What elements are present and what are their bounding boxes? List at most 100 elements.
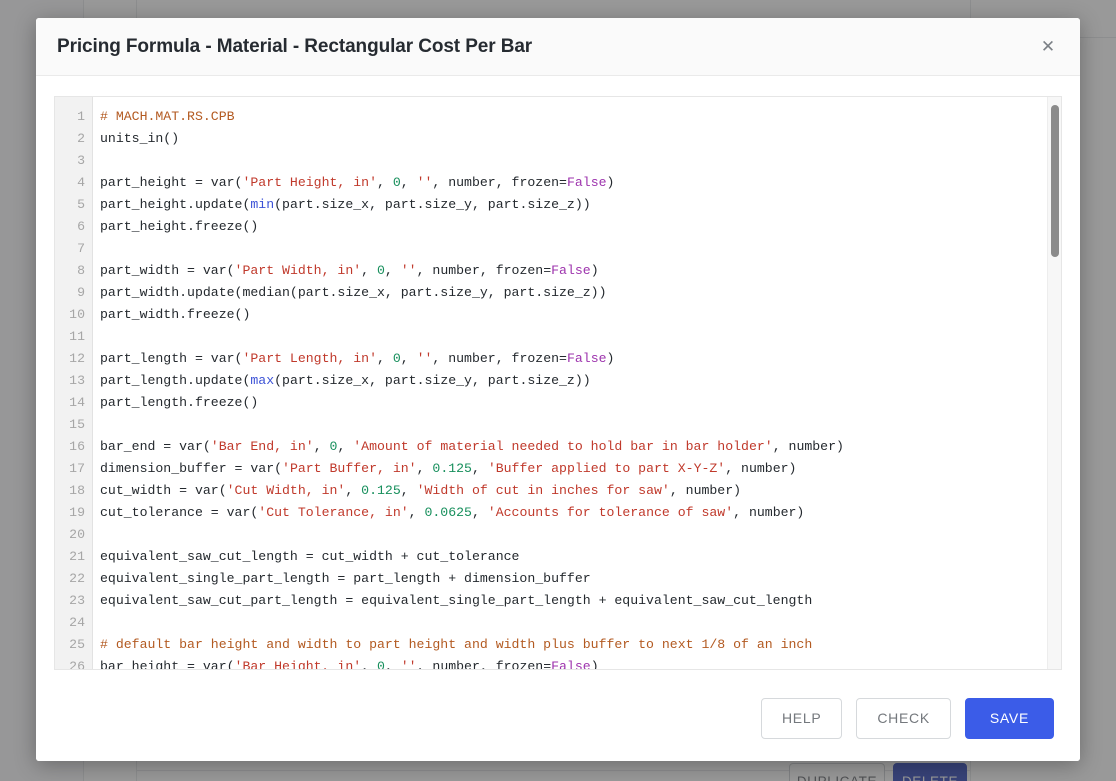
code-line[interactable]: part_length.update(max(part.size_x, part… xyxy=(100,370,1061,392)
code-line[interactable]: part_width.update(median(part.size_x, pa… xyxy=(100,282,1061,304)
code-line[interactable]: cut_tolerance = var('Cut Tolerance, in',… xyxy=(100,502,1061,524)
code-token-const: False xyxy=(566,175,607,190)
save-button[interactable]: SAVE xyxy=(964,697,1054,739)
code-token-number: 0 xyxy=(377,263,385,278)
code-line[interactable]: part_length.freeze() xyxy=(100,392,1061,414)
code-token-string: 'Part Buffer, in' xyxy=(282,461,417,476)
line-number: 10 xyxy=(69,307,85,322)
code-token-plain: , number, frozen= xyxy=(432,351,567,366)
code-token-plain: , xyxy=(400,175,417,190)
code-line[interactable]: units_in() xyxy=(100,128,1061,150)
code-line[interactable]: part_width.freeze() xyxy=(100,304,1061,326)
check-button[interactable]: CHECK xyxy=(856,697,951,739)
code-token-number: 0.125 xyxy=(432,461,472,476)
code-token-plain: , xyxy=(313,439,330,454)
line-number: 22 xyxy=(69,571,85,586)
code-token-plain: , number, frozen= xyxy=(416,263,552,278)
code-token-number: 0.125 xyxy=(361,483,401,498)
code-token-plain: part_height = var( xyxy=(100,175,243,190)
code-token-string: 'Part Height, in' xyxy=(242,175,377,190)
code-line[interactable]: dimension_buffer = var('Part Buffer, in'… xyxy=(100,458,1061,480)
code-line[interactable]: part_height = var('Part Height, in', 0 , … xyxy=(100,172,1061,194)
line-number: 13 xyxy=(69,373,85,388)
code-token-plain: (part.size_x, part.size_y, part.size_z)) xyxy=(274,373,591,388)
code-token-plain: part_height.freeze() xyxy=(100,219,259,234)
code-line[interactable]: part_height.freeze() xyxy=(100,216,1061,238)
code-token-plain: equivalent_single_part_length = part_len… xyxy=(100,571,591,586)
code-token-string: 'Bar End, in' xyxy=(210,439,314,454)
line-number: 19 xyxy=(69,505,85,520)
code-token-string: '' xyxy=(416,175,433,190)
code-line[interactable]: part_width = var('Part Width, in', 0, ''… xyxy=(100,260,1061,282)
code-token-plain: , xyxy=(384,659,401,669)
code-line[interactable] xyxy=(100,150,1061,172)
line-number: 23 xyxy=(69,593,85,608)
code-editor[interactable]: 1 2 3 4 5 6 7 8 9 10 11 12 13 14 15 16 17 18 19 20 21 22 23 24 2… xyxy=(54,96,1062,670)
code-token-plain: , number) xyxy=(725,461,797,476)
code-token-plain: , xyxy=(416,461,433,476)
code-line[interactable]: part_length = var('Part Length, in', 0 , … xyxy=(100,348,1061,370)
line-number: 2 xyxy=(77,131,85,146)
line-number: 7 xyxy=(77,241,85,256)
code-line[interactable]: equivalent_saw_cut_part_length = equival… xyxy=(100,590,1061,612)
code-token-number: 0.0625 xyxy=(424,505,472,520)
code-token-plain: part_height.update( xyxy=(100,197,251,212)
code-line[interactable] xyxy=(100,326,1061,348)
code-token-plain: (part.size_x, part.size_y, part.size_z)) xyxy=(274,197,591,212)
code-content[interactable]: # MACH.MAT.RS.CPB units_in() part_height … xyxy=(93,97,1061,669)
help-button[interactable]: HELP xyxy=(760,697,843,739)
code-token-plain: bar_height = var( xyxy=(100,659,235,669)
close-icon[interactable]: ✕ xyxy=(1032,31,1064,63)
code-line[interactable]: cut_width = var('Cut Width, in', 0.125 , … xyxy=(100,480,1061,502)
code-token-builtin: min xyxy=(250,197,275,212)
code-line[interactable] xyxy=(100,612,1061,634)
code-line[interactable]: equivalent_saw_cut_length = cut_width + … xyxy=(100,546,1061,568)
code-line[interactable]: equivalent_single_part_length = part_len… xyxy=(100,568,1061,590)
code-line[interactable] xyxy=(100,414,1061,436)
line-number: 12 xyxy=(69,351,85,366)
code-line[interactable]: part_height.update(min(part.size_x, part… xyxy=(100,194,1061,216)
code-token-plain: , xyxy=(384,263,401,278)
line-number: 24 xyxy=(69,615,85,630)
code-token-const: False xyxy=(566,351,607,366)
scrollbar-thumb[interactable] xyxy=(1051,105,1059,257)
code-token-number: 0 xyxy=(392,175,401,190)
line-number: 4 xyxy=(77,175,85,190)
code-token-plain: part_length.freeze() xyxy=(100,395,259,410)
line-number: 21 xyxy=(69,549,85,564)
code-token-plain: , xyxy=(408,505,425,520)
code-token-string: 'Cut Tolerance, in' xyxy=(258,505,409,520)
code-token-string: 'Width of cut in inches for saw' xyxy=(416,483,670,498)
code-token-string: '' xyxy=(416,351,433,366)
code-token-plain: ) xyxy=(590,263,599,278)
code-token-plain: , number, frozen= xyxy=(432,175,567,190)
line-number: 6 xyxy=(77,219,85,234)
code-line[interactable]: bar_end = var('Bar End, in', 0, 'Amount … xyxy=(100,436,1061,458)
code-token-plain: part_width = var( xyxy=(100,263,235,278)
code-token-plain: ) xyxy=(606,175,615,190)
line-number: 1 xyxy=(77,109,85,124)
line-number: 18 xyxy=(69,483,85,498)
code-token-plain: part_length.update( xyxy=(100,373,251,388)
code-token-plain: , xyxy=(361,263,377,278)
line-number: 14 xyxy=(69,395,85,410)
code-token-string: 'Bar Height, in' xyxy=(234,659,362,669)
page-title: Pricing Formula - Material - Rectangular… xyxy=(57,35,533,57)
code-token-number: 0 xyxy=(377,659,385,669)
line-number: 25 xyxy=(69,637,85,652)
code-line[interactable]: # default bar height and width to part h… xyxy=(100,634,1061,656)
code-line[interactable] xyxy=(100,238,1061,260)
line-number: 9 xyxy=(77,285,85,300)
code-token-plain: , xyxy=(377,351,393,366)
code-line[interactable]: bar_height = var('Bar Height, in', 0, ''… xyxy=(100,656,1061,669)
code-token-number: 0 xyxy=(392,351,401,366)
code-token-string: 'Part Width, in' xyxy=(234,263,362,278)
line-number: 3 xyxy=(77,153,85,168)
code-line[interactable]: # MACH.MAT.RS.CPB xyxy=(100,106,1061,128)
code-token-plain: cut_width = var( xyxy=(100,483,227,498)
line-number: 17 xyxy=(69,461,85,476)
code-token-plain: , number) xyxy=(669,483,742,498)
editor-vertical-scrollbar[interactable] xyxy=(1047,97,1061,669)
code-line[interactable] xyxy=(100,524,1061,546)
code-token-plain: , xyxy=(377,175,393,190)
